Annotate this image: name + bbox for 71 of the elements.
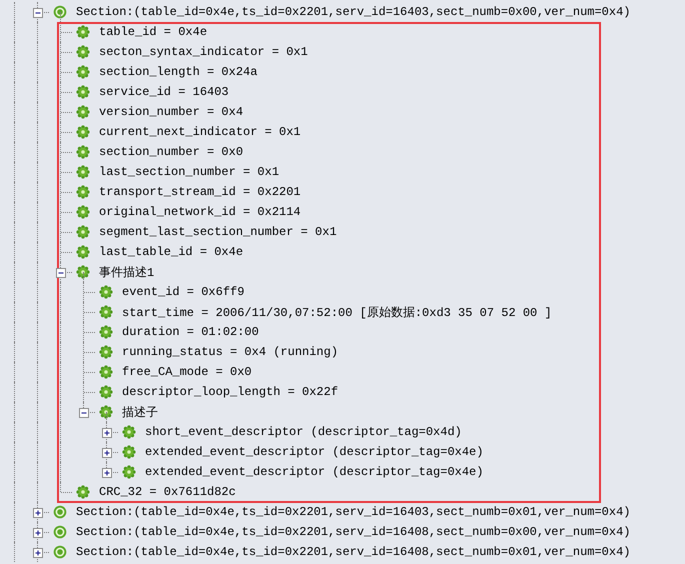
gear-icon: [76, 185, 90, 199]
expand-toggle[interactable]: [102, 428, 112, 438]
tree-item-label[interactable]: free_CA_mode = 0x0: [122, 365, 252, 379]
tree-item-label[interactable]: section_length = 0x24a: [99, 65, 258, 79]
plus-icon: [34, 549, 42, 557]
tree-item-label[interactable]: CRC_32 = 0x7611d82c: [99, 485, 236, 499]
tree-item-label[interactable]: last_table_id = 0x4e: [99, 245, 244, 259]
tree-item-label[interactable]: segment_last_section_number = 0x1: [99, 225, 337, 239]
tree-item-label[interactable]: original_network_id = 0x2114: [99, 205, 301, 219]
tree-item-label[interactable]: duration = 01:02:00: [122, 325, 259, 339]
gear-icon: [122, 425, 136, 439]
plus-icon: [103, 429, 111, 437]
tree-item-label[interactable]: transport_stream_id = 0x2201: [99, 185, 301, 199]
gear-icon: [76, 105, 90, 119]
gear-icon: [122, 465, 136, 479]
gear-icon: [99, 365, 113, 379]
tree-item-label[interactable]: last_section_number = 0x1: [99, 165, 280, 179]
plus-icon: [34, 529, 42, 537]
collapse-toggle[interactable]: [33, 8, 43, 18]
gear-icon: [76, 45, 90, 59]
tree-item-label[interactable]: running_status = 0x4 (running): [122, 345, 338, 359]
tree-item-label[interactable]: Section:(table_id=0x4e,ts_id=0x2201,serv_id=16408,sect_numb=0x01,ver_num=0x4): [76, 545, 630, 559]
gear-icon: [76, 265, 90, 279]
ring-icon: [53, 5, 67, 19]
tree-item-label[interactable]: event_id = 0x6ff9: [122, 285, 244, 299]
expand-toggle[interactable]: [33, 508, 43, 518]
gear-icon: [99, 405, 113, 419]
gear-icon: [76, 485, 90, 499]
tree-item-label[interactable]: current_next_indicator = 0x1: [99, 125, 301, 139]
gear-icon: [76, 225, 90, 239]
gear-icon: [99, 285, 113, 299]
tree-item-label[interactable]: extended_event_descriptor (descriptor_tag=0x4e): [145, 445, 484, 459]
tree-item-label[interactable]: Section:(table_id=0x4e,ts_id=0x2201,serv_id=16408,sect_numb=0x00,ver_num=0x4): [76, 525, 630, 539]
ring-icon: [53, 545, 67, 559]
gear-icon: [76, 125, 90, 139]
expand-toggle[interactable]: [102, 448, 112, 458]
plus-icon: [103, 449, 111, 457]
gear-icon: [76, 25, 90, 39]
tree-item-label[interactable]: service_id = 16403: [99, 85, 229, 99]
tree-item-label[interactable]: section_number = 0x0: [99, 145, 244, 159]
gear-icon: [76, 85, 90, 99]
tree-item-label[interactable]: version_number = 0x4: [99, 105, 244, 119]
tree-item-label[interactable]: Section:(table_id=0x4e,ts_id=0x2201,serv_id=16403,sect_numb=0x01,ver_num=0x4): [76, 505, 630, 519]
gear-icon: [99, 385, 113, 399]
gear-icon: [76, 145, 90, 159]
gear-icon: [122, 445, 136, 459]
collapse-toggle[interactable]: [79, 408, 89, 418]
plus-icon: [34, 509, 42, 517]
ring-icon: [53, 525, 67, 539]
tree-item-label[interactable]: Section:(table_id=0x4e,ts_id=0x2201,serv_id=16403,sect_numb=0x00,ver_num=0x4): [76, 5, 630, 19]
gear-icon: [99, 325, 113, 339]
expand-toggle[interactable]: [33, 528, 43, 538]
tree-item-label[interactable]: 事件描述1: [99, 264, 154, 280]
ring-icon: [53, 505, 67, 519]
tree-item-label[interactable]: 描述子: [122, 404, 158, 420]
gear-icon: [76, 245, 90, 259]
collapse-toggle[interactable]: [56, 268, 66, 278]
gear-icon: [99, 345, 113, 359]
tree-item-label[interactable]: extended_event_descriptor (descriptor_tag=0x4e): [145, 465, 484, 479]
tree-item-label[interactable]: start_time = 2006/11/30,07:52:00 [原始数据:0xd3 35 07 52 00 ]: [122, 304, 552, 320]
tree-item-label[interactable]: table_id = 0x4e: [99, 25, 208, 39]
gear-icon: [99, 305, 113, 319]
gear-icon: [76, 205, 90, 219]
expand-toggle[interactable]: [102, 468, 112, 478]
plus-icon: [103, 469, 111, 477]
gear-icon: [76, 165, 90, 179]
tree-item-label[interactable]: secton_syntax_indicator = 0x1: [99, 45, 308, 59]
gear-icon: [76, 65, 90, 79]
tree-item-label[interactable]: short_event_descriptor (descriptor_tag=0x4d): [145, 425, 462, 439]
expand-toggle[interactable]: [33, 548, 43, 558]
tree-item-label[interactable]: descriptor_loop_length = 0x22f: [122, 385, 338, 399]
